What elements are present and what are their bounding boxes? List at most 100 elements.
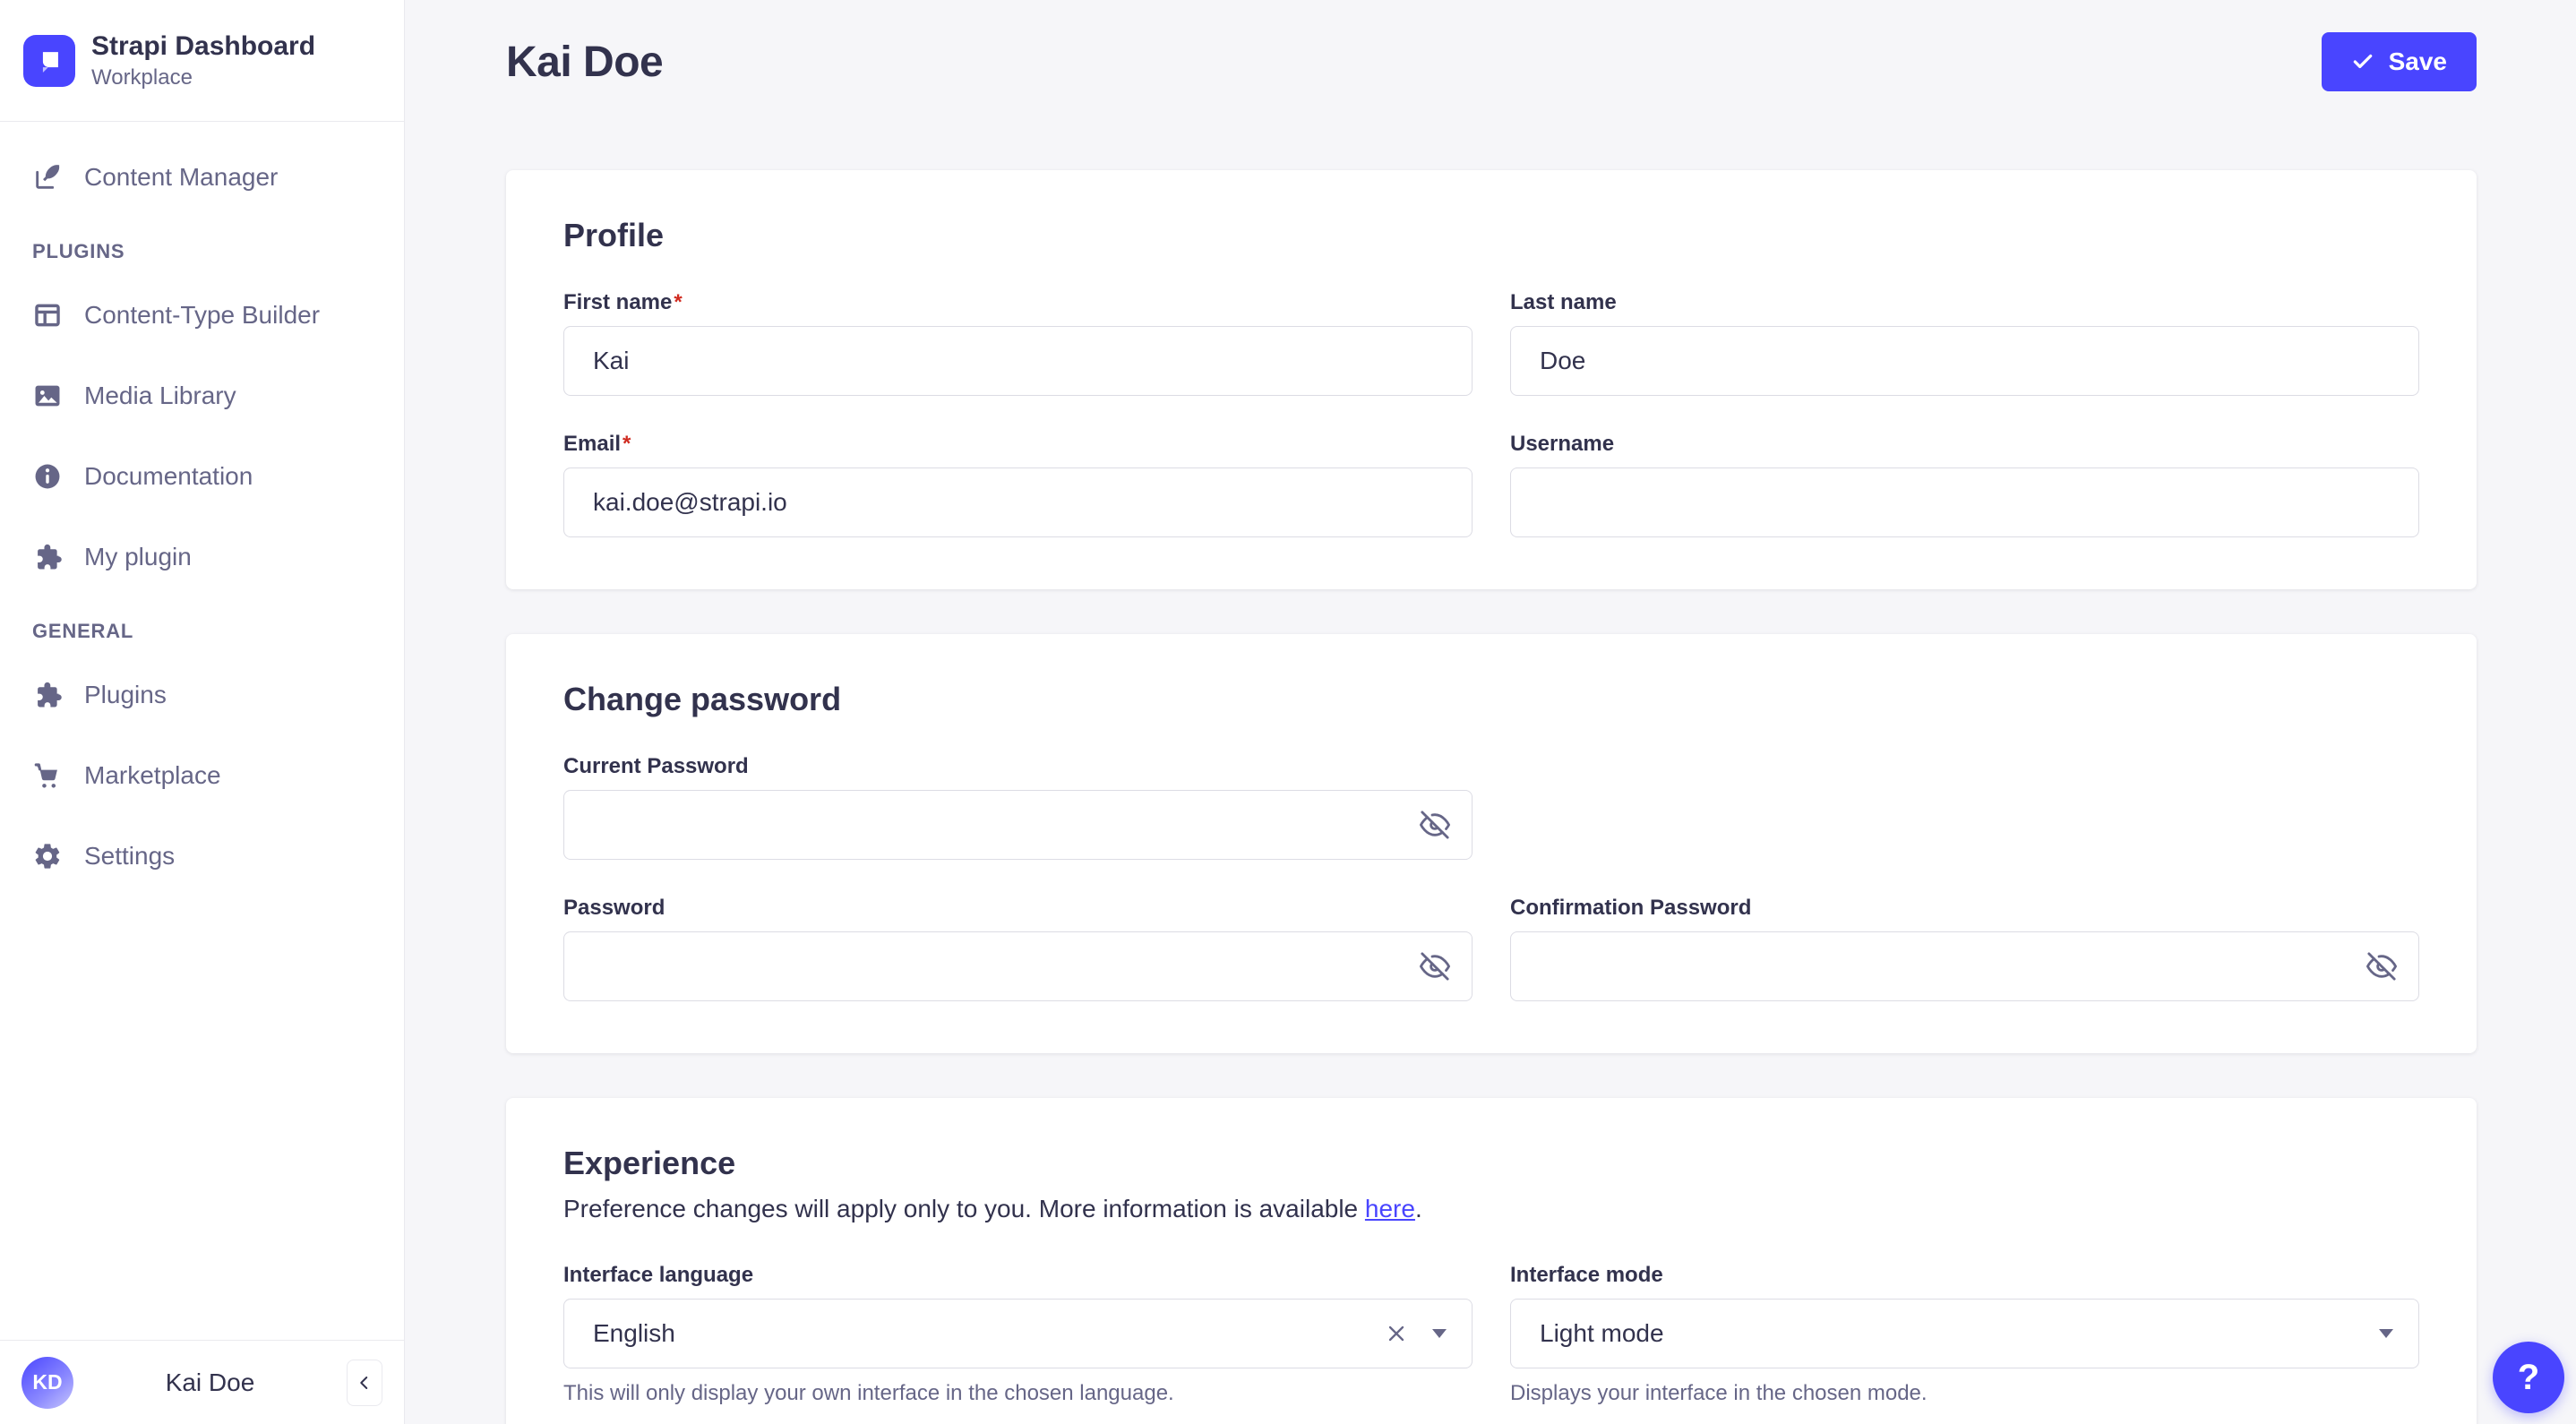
select-controls — [1384, 1321, 1447, 1346]
brand-subtitle: Workplace — [91, 65, 193, 90]
sidebar-item-content-manager[interactable]: Content Manager — [18, 150, 386, 204]
collapse-sidebar-button[interactable] — [347, 1359, 382, 1406]
password-wrap — [563, 931, 1473, 1001]
strapi-logo-icon — [23, 34, 75, 87]
sidebar-nav: Content Manager PLUGINS Content-Type Bui… — [0, 122, 404, 1340]
profile-heading: Profile — [563, 217, 665, 253]
spacer-cell — [1510, 754, 2419, 860]
sidebar-section-general: GENERAL — [32, 620, 134, 642]
interface-language-select[interactable]: English — [563, 1299, 1473, 1368]
current-password-group: Current Password — [563, 754, 1473, 860]
sidebar: Strapi Dashboard Workplace Content Manag… — [0, 0, 405, 1424]
password-field[interactable] — [563, 931, 1473, 1001]
sidebar-item-media-library[interactable]: Media Library — [18, 369, 386, 423]
user-name: Kai Doe — [165, 1368, 255, 1396]
page-title: Kai Doe — [506, 38, 664, 86]
save-button-label: Save — [2388, 47, 2447, 75]
current-password-wrap — [563, 790, 1473, 860]
interface-mode-group: Interface mode Light mode Displays your … — [1510, 1263, 2419, 1406]
sidebar-item-label: Marketplace — [84, 761, 221, 789]
puzzle-icon — [38, 544, 62, 570]
pen-icon — [36, 164, 60, 189]
sidebar-item-label: Documentation — [84, 462, 253, 490]
last-name-group: Last name — [1510, 290, 2419, 396]
email-label: Email * — [563, 432, 631, 456]
confirmation-password-wrap — [1510, 931, 2419, 1001]
brand[interactable]: Strapi Dashboard Workplace — [0, 0, 404, 122]
toggle-password-visibility-button[interactable] — [1410, 800, 1460, 850]
check-icon — [2353, 54, 2372, 69]
sidebar-item-plugins[interactable]: Plugins — [18, 668, 386, 722]
clear-icon[interactable] — [1384, 1321, 1409, 1346]
help-button[interactable]: ? — [2493, 1342, 2564, 1413]
puzzle-icon — [38, 682, 62, 708]
app-root: Strapi Dashboard Workplace Content Manag… — [0, 0, 2576, 1424]
picture-icon — [35, 385, 60, 407]
gear-icon — [35, 844, 60, 869]
sidebar-item-label: Media Library — [84, 382, 236, 409]
brand-text: Strapi Dashboard Workplace — [91, 30, 315, 90]
interface-language-group: Interface language English This will onl… — [563, 1263, 1473, 1406]
sidebar-footer: KD Kai Doe — [0, 1340, 404, 1424]
toggle-password-visibility-button[interactable] — [2357, 941, 2407, 991]
profile-card: Profile First name* Last name Email — [506, 170, 2477, 589]
select-controls — [2379, 1329, 2393, 1338]
eye-off-icon — [1420, 952, 1450, 981]
change-password-card: Change password Current Password Passwor… — [506, 634, 2477, 1053]
sidebar-item-settings[interactable]: Settings — [18, 829, 386, 883]
username-label: Username — [1510, 432, 1615, 456]
chevron-down-icon — [2379, 1329, 2393, 1338]
current-password-field[interactable] — [563, 790, 1473, 860]
sidebar-item-label: Content-Type Builder — [84, 301, 321, 329]
new-password-group: Password — [563, 896, 1473, 1001]
toggle-password-visibility-button[interactable] — [1410, 941, 1460, 991]
required-asterisk: * — [674, 290, 683, 314]
experience-card: Experience Preference changes will apply… — [506, 1098, 2477, 1424]
interface-language-helper: This will only display your own interfac… — [563, 1381, 1174, 1405]
experience-grid: Interface language English This will onl… — [563, 1263, 2419, 1406]
password-grid: Current Password Password Confirmation P… — [563, 754, 2419, 1001]
sidebar-item-label: Plugins — [84, 681, 167, 708]
change-password-heading: Change password — [563, 681, 842, 717]
eye-off-icon — [1420, 811, 1450, 839]
main-content: Kai Doe Save Profile First name * Kai La… — [405, 0, 2576, 1424]
confirmation-password-label: Confirmation Password — [1510, 896, 1752, 920]
experience-heading: Experience — [563, 1145, 736, 1181]
interface-mode-helper: Displays your interface in the chosen mo… — [1510, 1381, 1928, 1405]
sidebar-item-documentation[interactable]: Documentation — [18, 450, 386, 503]
first-name-group: First name * — [563, 290, 1473, 396]
info-icon — [35, 464, 60, 489]
interface-mode-label: Interface mode — [1510, 1263, 1663, 1287]
interface-language-label: Interface language — [563, 1263, 754, 1287]
last-name-label: Last name — [1510, 290, 1617, 314]
sidebar-item-my-plugin[interactable]: My plugin — [18, 530, 386, 584]
first-name-label: First name * — [563, 290, 683, 314]
interface-language-value: English — [593, 1319, 675, 1347]
profile-grid: First name* Last name Email* — [563, 290, 2419, 537]
save-button[interactable]: Save — [2321, 32, 2477, 91]
interface-mode-select[interactable]: Light mode — [1510, 1299, 2419, 1368]
sidebar-item-label: My plugin — [84, 543, 192, 570]
chevron-left-icon — [360, 1376, 368, 1389]
required-asterisk: * — [623, 432, 631, 456]
layout-icon — [35, 304, 60, 327]
chevron-down-icon — [1432, 1329, 1447, 1338]
last-name-field[interactable] — [1510, 326, 2419, 396]
current-password-label: Current Password — [563, 754, 749, 778]
username-field[interactable] — [1510, 468, 2419, 537]
sidebar-item-label: Settings — [84, 842, 176, 870]
sidebar-section-plugins: PLUGINS — [32, 240, 125, 262]
more-information-link[interactable]: here — [1365, 1195, 1415, 1222]
confirmation-password-field[interactable] — [1510, 931, 2419, 1001]
confirmation-password-group: Confirmation Password — [1510, 896, 2419, 1001]
first-name-field[interactable] — [563, 326, 1473, 396]
email-field[interactable] — [563, 468, 1473, 537]
username-group: Username — [1510, 432, 2419, 537]
email-group: Email * — [563, 432, 1473, 537]
sidebar-item-marketplace[interactable]: Marketplace — [18, 749, 386, 802]
experience-description: Preference changes will apply only to yo… — [563, 1195, 1422, 1222]
cart-icon — [34, 763, 57, 788]
sidebar-item-content-type-builder[interactable]: Content-Type Builder — [18, 288, 386, 342]
page-header: Kai Doe Save — [506, 32, 2477, 91]
eye-off-icon — [2366, 952, 2397, 981]
